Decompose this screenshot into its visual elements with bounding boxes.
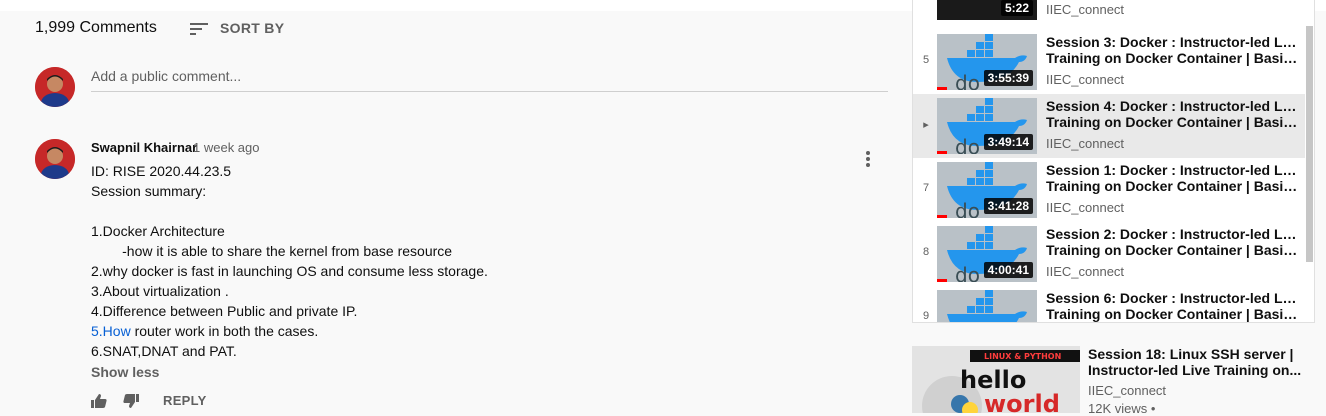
show-less-button[interactable]: Show less bbox=[91, 364, 159, 380]
playlist-index: 7 bbox=[922, 182, 930, 194]
comment-line: 5.How router work in both the cases. bbox=[91, 321, 488, 341]
video-thumbnail[interactable]: do 3:41:28 bbox=[937, 162, 1037, 218]
comment-line: 1.Docker Architecture bbox=[91, 223, 225, 239]
sort-by-button[interactable]: SORT BY bbox=[220, 20, 284, 36]
channel-name[interactable]: IIEC_connect bbox=[1046, 136, 1124, 151]
playlist-index: 9 bbox=[922, 310, 930, 322]
recommended-channel[interactable]: IIEC_connect bbox=[1088, 383, 1166, 398]
playlist-item[interactable]: 5 do 3:55:39 Session 3: Docker : Instruc… bbox=[913, 30, 1305, 94]
recommended-thumbnail[interactable]: LINUX & PYTHON hello world bbox=[912, 346, 1080, 413]
watch-progress bbox=[937, 151, 947, 154]
recommended-title[interactable]: Session 18: Linux SSH server | Instructo… bbox=[1088, 346, 1308, 378]
now-playing-icon: ▸ bbox=[923, 119, 929, 131]
channel-name[interactable]: IIEC_connect bbox=[1046, 2, 1124, 17]
video-title-line: Training on Docker Container | Basic ... bbox=[1046, 242, 1298, 258]
playlist-index: 5 bbox=[922, 54, 930, 66]
add-comment-underline bbox=[91, 91, 888, 92]
svg-text:do: do bbox=[955, 263, 980, 282]
comment-line: 4.Difference between Public and private … bbox=[91, 303, 358, 319]
comment-avatar[interactable] bbox=[35, 139, 75, 179]
playlist-scrollbar[interactable] bbox=[1306, 26, 1313, 262]
recommended-title-line: Session 18: Linux SSH server | bbox=[1088, 346, 1294, 362]
playlist-item[interactable]: 9 Session 6: Docker : Instructor-led Liv… bbox=[913, 286, 1305, 322]
comment-line: 6.SNAT,DNAT and PAT. bbox=[91, 343, 237, 359]
svg-text:do: do bbox=[955, 135, 980, 154]
comment-link[interactable]: 5.How bbox=[91, 323, 131, 339]
video-title[interactable]: Session 1: Docker : Instructor-led Live … bbox=[1046, 162, 1298, 194]
video-duration: 3:55:39 bbox=[983, 70, 1033, 86]
sort-icon[interactable] bbox=[190, 21, 210, 37]
add-comment-input[interactable]: Add a public comment... bbox=[91, 68, 241, 84]
video-thumbnail[interactable]: do 4:00:41 bbox=[937, 226, 1037, 282]
channel-name[interactable]: IIEC_connect bbox=[1046, 264, 1124, 279]
watch-progress bbox=[937, 279, 947, 282]
channel-name[interactable]: IIEC_connect bbox=[1046, 200, 1124, 215]
like-icon[interactable] bbox=[91, 393, 107, 409]
comment-count: 1,999 Comments bbox=[35, 19, 157, 36]
playlist-index: 8 bbox=[922, 246, 930, 258]
playlist-item[interactable]: 7 do 3:41:28 Session 1: Docker : Instruc… bbox=[913, 158, 1305, 222]
video-duration: 3:41:28 bbox=[983, 198, 1033, 214]
video-title-line: Session 6: Docker : Instructor-led Live bbox=[1046, 290, 1298, 306]
video-title[interactable]: Session 3: Docker : Instructor-led Live … bbox=[1046, 34, 1298, 66]
hello-world-thumbnail-art: LINUX & PYTHON hello world bbox=[912, 346, 1080, 413]
comment-line: ID: RISE 2020.44.23.5 bbox=[91, 163, 232, 179]
playlist-item-active[interactable]: ▸ do 3:49:14 Session 4: Docker : Instruc… bbox=[913, 94, 1305, 158]
video-thumbnail[interactable]: 5:22 bbox=[937, 0, 1037, 20]
video-title-line: Training on Docker Container | Basic ... bbox=[1046, 178, 1298, 194]
comment-line bbox=[91, 201, 488, 221]
video-title-line: Session 2: Docker : Instructor-led Live bbox=[1046, 226, 1298, 242]
video-thumbnail[interactable]: do 3:49:14 bbox=[937, 98, 1037, 154]
comment-author[interactable]: Swapnil Khairnar bbox=[91, 140, 197, 155]
video-thumbnail[interactable]: do 3:55:39 bbox=[937, 34, 1037, 90]
video-thumbnail[interactable] bbox=[937, 290, 1037, 322]
video-title-line: Training on Docker Container | Basic ... bbox=[1046, 50, 1298, 66]
playlist-item[interactable]: 5:22 IIEC_connect bbox=[913, 0, 1305, 24]
video-title-line: Training on Docker Container | Basic ... bbox=[1046, 114, 1298, 130]
recommended-title-line: Instructor-led Live Training on... bbox=[1088, 362, 1302, 378]
comment-link-rest: router work in both the cases. bbox=[130, 323, 319, 339]
svg-text:world: world bbox=[984, 390, 1060, 413]
dislike-icon[interactable] bbox=[123, 393, 139, 409]
comment-line: 3.About virtualization . bbox=[91, 283, 229, 299]
video-title-line: Session 3: Docker : Instructor-led Live bbox=[1046, 34, 1298, 50]
comment-line: Session summary: bbox=[91, 183, 207, 199]
video-title-line: Session 4: Docker : Instructor-led Live bbox=[1046, 98, 1298, 114]
svg-text:LINUX & PYTHON: LINUX & PYTHON bbox=[984, 352, 1061, 361]
video-title[interactable]: Session 2: Docker : Instructor-led Live … bbox=[1046, 226, 1298, 258]
channel-name[interactable]: IIEC_connect bbox=[1046, 72, 1124, 87]
comment-date[interactable]: 1 week ago bbox=[193, 140, 260, 155]
recommended-views: 12K views • bbox=[1088, 401, 1156, 416]
video-title[interactable]: Session 4: Docker : Instructor-led Live … bbox=[1046, 98, 1298, 130]
comment-line: -how it is able to share the kernel from… bbox=[91, 243, 453, 259]
avatar bbox=[35, 67, 75, 107]
reply-button[interactable]: REPLY bbox=[163, 393, 207, 408]
video-duration: 5:22 bbox=[1000, 0, 1033, 16]
video-title-line: Training on Docker Container | Basic ... bbox=[1046, 306, 1298, 322]
playlist-panel: 5:22 IIEC_connect 5 do 3:55:39 Session 3… bbox=[912, 0, 1315, 323]
watch-progress bbox=[937, 215, 947, 218]
playlist-item[interactable]: 8 do 4:00:41 Session 2: Docker : Instruc… bbox=[913, 222, 1305, 286]
svg-text:do: do bbox=[955, 71, 980, 90]
more-options-icon[interactable] bbox=[862, 150, 874, 170]
docker-whale-icon bbox=[937, 290, 1037, 322]
comment-line: 2.why docker is fast in launching OS and… bbox=[91, 263, 488, 279]
watch-progress bbox=[937, 87, 947, 90]
video-duration: 3:49:14 bbox=[983, 134, 1033, 150]
video-title[interactable]: Session 6: Docker : Instructor-led Live … bbox=[1046, 290, 1298, 322]
comment-text: ID: RISE 2020.44.23.5 Session summary: 1… bbox=[91, 161, 488, 361]
video-title-line: Session 1: Docker : Instructor-led Live bbox=[1046, 162, 1298, 178]
video-duration: 4:00:41 bbox=[983, 262, 1033, 278]
svg-text:do: do bbox=[955, 199, 980, 218]
